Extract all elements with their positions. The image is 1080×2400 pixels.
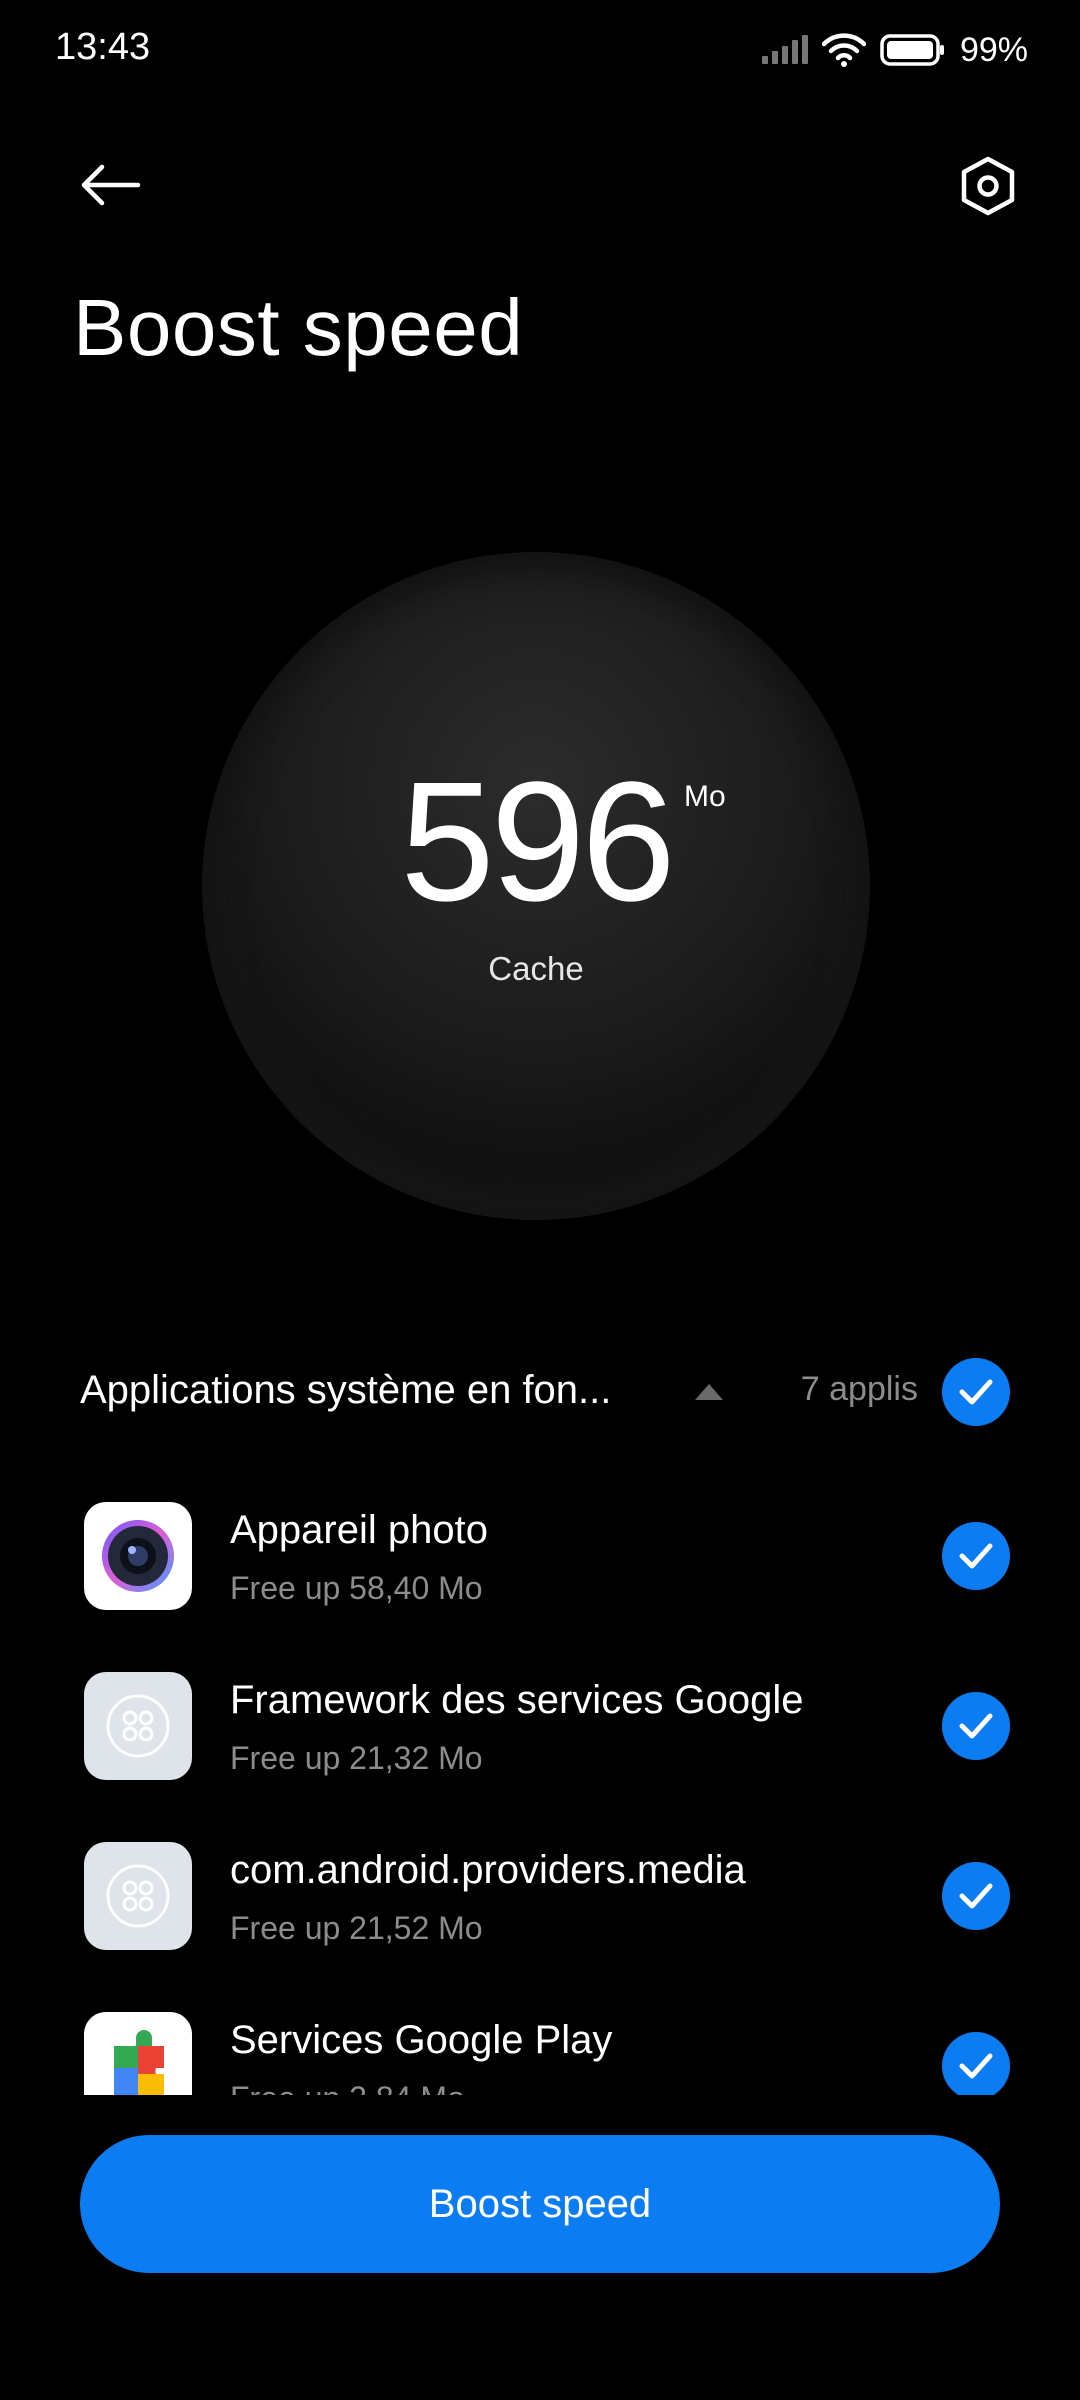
list-item[interactable]: Services Google Play Free up 2,84 Mo	[80, 1980, 1010, 2095]
checkmark-icon	[959, 1883, 993, 1909]
app-size: Free up 21,32 Mo	[230, 1740, 483, 1776]
arrow-left-icon	[81, 164, 141, 206]
status-bar: 13:43 99%	[0, 0, 1080, 100]
checkmark-icon	[959, 1713, 993, 1739]
cache-orb: 596 Mo Cache	[202, 552, 870, 1220]
app-checkbox[interactable]	[942, 1522, 1010, 1590]
app-checkbox[interactable]	[942, 1692, 1010, 1760]
list-item[interactable]: Appareil photo Free up 58,40 Mo	[80, 1470, 1010, 1640]
app-name: Services Google Play	[230, 2018, 613, 2062]
section-title: Applications système en fon...	[80, 1368, 612, 1412]
section-count: 7 applis	[800, 1370, 918, 1408]
camera-app-icon	[84, 1502, 192, 1610]
app-name: com.android.providers.media	[230, 1848, 746, 1892]
generic-app-icon	[84, 1842, 192, 1950]
settings-button[interactable]	[948, 150, 1028, 222]
cache-unit: Mo	[684, 780, 726, 813]
generic-app-icon	[84, 1672, 192, 1780]
checkmark-icon	[959, 1543, 993, 1569]
battery-icon	[880, 34, 944, 66]
signal-icon	[761, 35, 808, 64]
list-item[interactable]: com.android.providers.media Free up 21,5…	[80, 1810, 1010, 1980]
app-size: Free up 2,84 Mo	[230, 2080, 465, 2095]
boost-speed-button[interactable]: Boost speed	[80, 2135, 1000, 2273]
battery-percent: 99%	[959, 30, 1028, 69]
app-size: Free up 58,40 Mo	[230, 1570, 483, 1606]
list-item[interactable]: Framework des services Google Free up 21…	[80, 1640, 1010, 1810]
checkmark-icon	[959, 2053, 993, 2079]
status-time: 13:43	[55, 26, 151, 68]
app-name: Framework des services Google	[230, 1678, 804, 1722]
back-button[interactable]	[70, 150, 150, 220]
play-services-icon	[84, 2012, 192, 2095]
section-header-system-apps[interactable]: Applications système en fon... 7 applis	[80, 1350, 1010, 1434]
settings-hexagon-icon	[961, 156, 1015, 216]
status-icons: 99%	[760, 28, 1028, 72]
cache-label: Cache	[488, 950, 584, 987]
wifi-icon	[821, 33, 866, 67]
caret-up-icon[interactable]	[695, 1384, 723, 1400]
app-name: Appareil photo	[230, 1508, 488, 1552]
app-size: Free up 21,52 Mo	[230, 1910, 483, 1946]
cache-value: 596	[400, 747, 676, 937]
checkmark-icon	[959, 1379, 993, 1405]
app-checkbox[interactable]	[942, 1862, 1010, 1930]
select-all-checkbox[interactable]	[942, 1358, 1010, 1426]
app-checkbox[interactable]	[942, 2032, 1010, 2095]
page-title: Boost speed	[73, 283, 524, 372]
app-list[interactable]: Appareil photo Free up 58,40 Mo Framewor…	[80, 1470, 1010, 2095]
